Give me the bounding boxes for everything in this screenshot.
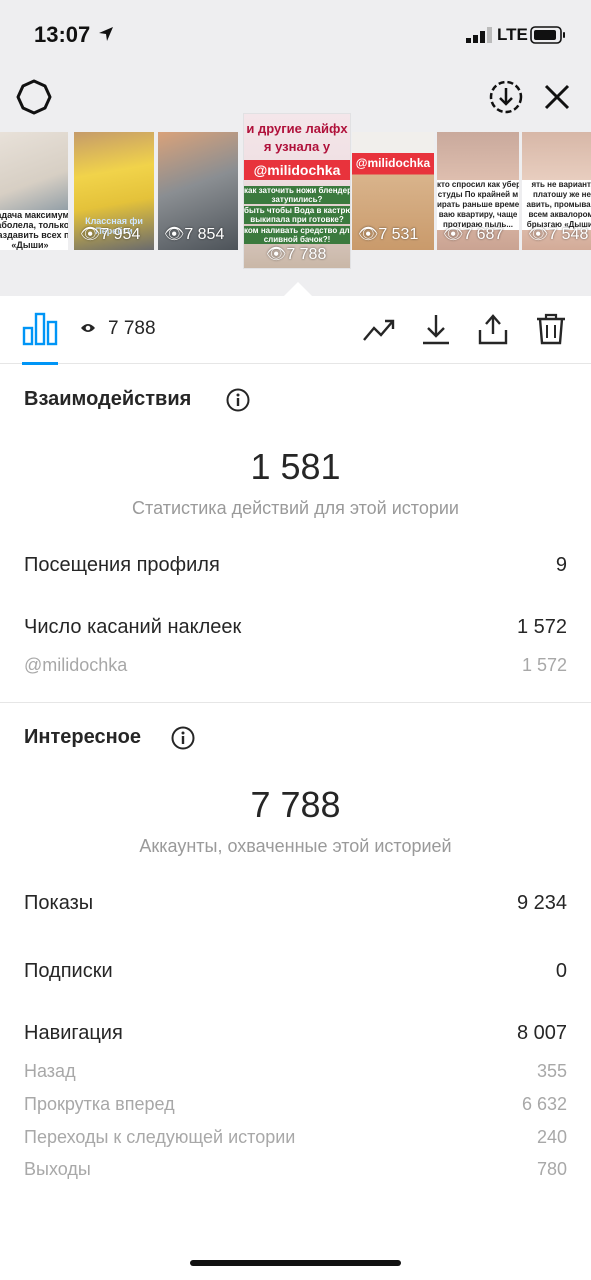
selected-story-pointer [284,282,312,296]
thumb-text: задача максимум, [0,210,68,220]
thumb-view-count: 👁︎7 854 [164,226,225,243]
settings-button[interactable] [14,77,54,117]
sticker-mention-label[interactable]: @milidochka [24,655,127,676]
navigation-value: 8 007 [516,1022,567,1044]
close-icon [544,84,570,110]
story-thumbnail[interactable]: кто спросил как уберега студы По крайней… [437,132,519,250]
home-indicator[interactable] [190,1260,401,1266]
thumb-text: как заточить ножи блендера, [244,186,350,195]
reach-count: 7 788 [108,318,156,339]
story-thumbnail[interactable]: 👁︎7 854 [158,132,238,250]
thumb-text: выкипала при готовке? [244,215,350,224]
status-time: 13:07 [34,22,91,47]
sticker-taps-label: Число касаний наклеек [24,616,242,638]
follows-label: Подписки [24,960,113,982]
thumb-text: быть чтобы Вода в кастрюле не [244,206,350,215]
thumb-text: затупились? [244,195,350,204]
next-story-value: 240 [536,1127,567,1147]
thumb-text: @milidochka [355,156,431,170]
back-value: 355 [536,1061,567,1081]
story-thumbnail[interactable]: задача максимум, заболела, только раздав… [0,132,68,250]
trend-icon[interactable] [362,312,396,346]
thumb-text: ваю квартиру, чаще [437,210,519,220]
exits-label: Выходы [24,1159,91,1179]
profile-visits-label: Посещения профиля [24,554,220,576]
save-story-button[interactable] [486,77,526,117]
sticker-mention-value: 1 572 [521,655,567,675]
thumb-text: я узнала у [263,140,331,154]
close-button[interactable] [537,77,577,117]
follows-value: 0 [555,960,567,982]
forward-value: 6 632 [521,1094,567,1114]
bar-chart-icon[interactable] [22,310,58,346]
thumb-text: ком наливать средство для уни [244,226,350,235]
share-icon[interactable] [476,312,510,346]
interactions-caption: Статистика действий для этой истории [132,498,459,518]
thumb-view-count: 👁︎7 531 [358,226,419,243]
discovery-title: Интересное [24,726,141,748]
battery-icon [530,26,565,44]
thumb-text: авить, промываю [522,200,591,210]
location-arrow-icon [99,27,113,41]
thumb-text: «Дыши» [0,240,68,250]
insights-toolbar: 7 788 [0,296,591,365]
thumb-text: и другие лайфх [246,122,348,136]
thumb-text: ирать раньше времен [437,200,519,210]
thumb-view-count: 👁︎7 687 [443,226,504,243]
thumb-text: кто спросил как уберега [437,180,519,190]
network-type: LTE [497,25,528,44]
eye-icon [81,324,95,332]
info-icon[interactable] [226,388,250,412]
info-icon[interactable] [171,726,195,750]
thumb-text: ять не вариант, [522,180,591,190]
story-thumbnails[interactable]: задача максимум, заболела, только раздав… [0,114,591,270]
thumb-view-count: 👁︎7 548 [528,226,589,243]
active-tab-indicator [22,362,58,365]
download-icon[interactable] [419,312,453,346]
next-story-label: Переходы к следующей истории [24,1127,296,1147]
status-bar: 13:07 LTE [0,0,591,70]
trash-icon[interactable] [534,312,568,346]
story-thumbnail[interactable]: ять не вариант, платошу же не авить, про… [522,132,591,250]
download-circle-icon [489,80,523,114]
thumb-text: раздавить всех по [0,230,68,240]
thumb-text: @milidochka [244,160,350,180]
section-divider [0,702,591,703]
impressions-value: 9 234 [516,892,567,914]
settings-icon [16,79,52,115]
navigation-label: Навигация [24,1022,123,1044]
story-thumbnail[interactable]: Классная фи Перейти 👁︎7 954 [74,132,154,250]
thumb-text: студы По крайней м [437,190,519,200]
exits-value: 780 [536,1159,567,1179]
discovery-caption: Аккаунты, охваченные этой историей [139,836,452,856]
thumb-text: всем аквалором, [522,210,591,220]
interactions-total: 1 581 [250,446,341,487]
thumb-view-count: 👁︎7 954 [80,226,141,243]
forward-label: Прокрутка вперед [24,1094,175,1114]
back-label: Назад [24,1061,76,1081]
profile-visits-value: 9 [555,554,567,576]
story-thumbnail[interactable]: @milidochka 👁︎7 531 [352,132,434,250]
story-thumbnail-selected[interactable]: и другие лайфх я узнала у @milidochka ка… [244,114,350,268]
signal-icon [466,27,492,43]
discovery-total: 7 788 [250,784,341,825]
interactions-title: Взаимодействия [24,388,192,410]
thumb-text: заболела, только [0,220,68,230]
impressions-label: Показы [24,892,94,914]
thumb-view-count: 👁︎7 788 [266,246,327,263]
thumb-text: сливной бачок?! [244,235,350,244]
sticker-taps-value: 1 572 [516,616,567,638]
thumb-text: платошу же не [522,190,591,200]
